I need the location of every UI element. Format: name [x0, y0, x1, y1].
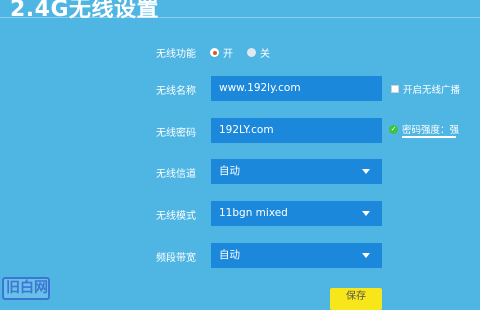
wireless-function-label: 无线功能 — [156, 49, 196, 60]
mode-label: 无线模式 — [156, 211, 196, 222]
channel-label: 无线信道 — [156, 169, 196, 180]
bandwidth-label: 频段带宽 — [156, 253, 196, 264]
radio-on[interactable] — [210, 48, 219, 57]
radio-on-label[interactable]: 开 — [223, 45, 233, 60]
ssid-input[interactable]: www.192ly.com — [211, 76, 382, 101]
check-icon: ✓ — [389, 124, 398, 134]
radio-off-label[interactable]: 关 — [260, 45, 270, 60]
password-input[interactable]: 192LY.com — [211, 118, 382, 143]
watermark-logo: 旧白网 — [2, 277, 50, 300]
channel-select[interactable]: 自动 — [211, 159, 382, 184]
password-strength: ✓ 密码强度：强 — [389, 122, 459, 136]
broadcast-checkbox[interactable] — [391, 85, 399, 93]
bandwidth-select[interactable]: 自动 — [211, 243, 382, 268]
page-title: 2.4G无线设置 — [10, 0, 160, 22]
broadcast-checkbox-row[interactable]: 开启无线广播 — [391, 82, 460, 96]
password-strength-bar — [402, 136, 456, 138]
save-button[interactable]: 保存 — [330, 288, 382, 310]
ssid-label: 无线名称 — [156, 86, 196, 97]
password-label: 无线密码 — [156, 128, 196, 139]
radio-off[interactable] — [247, 48, 256, 57]
title-divider — [0, 17, 480, 18]
mode-select[interactable]: 11bgn mixed — [211, 201, 382, 226]
password-strength-text: 密码强度：强 — [402, 125, 460, 136]
wireless-function-radio-group: 开 关 — [210, 45, 284, 60]
broadcast-checkbox-label[interactable]: 开启无线广播 — [403, 82, 460, 96]
